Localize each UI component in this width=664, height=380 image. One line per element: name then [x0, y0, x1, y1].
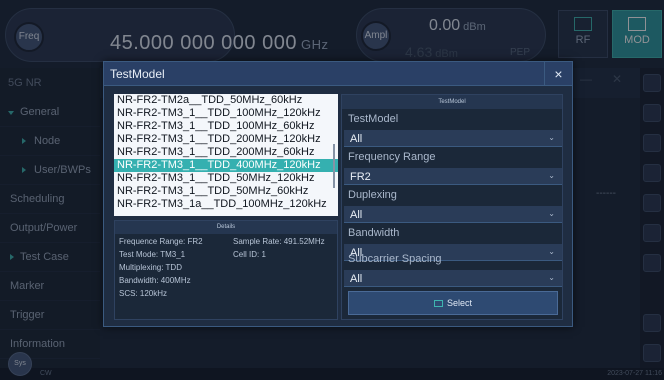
subcarrier-spacing-filter-value: All [350, 273, 363, 285]
dialog-title: TestModel [110, 67, 165, 81]
list-item-selected[interactable]: NR-FR2-TM3_1__TDD_400MHz_120kHz [114, 159, 338, 172]
list-item[interactable]: NR-FR2-TM3_1__TDD_200MHz_60kHz [114, 146, 338, 159]
detail-frequence-range: Frequence Range: FR2 [119, 237, 203, 246]
detail-sample-rate: Sample Rate: 491.52MHz [233, 237, 325, 246]
filter-panel: TestModel TestModel All ⌄ Frequency Rang… [341, 94, 563, 320]
list-item[interactable]: NR-FR2-TM3_1__TDD_100MHz_120kHz [114, 107, 338, 120]
detail-test-mode: Test Mode: TM3_1 [119, 250, 186, 259]
testmodel-filter-select[interactable]: All ⌄ [344, 130, 562, 147]
duplexing-filter-select[interactable]: All ⌄ [344, 206, 562, 223]
testmodel-filter-label: TestModel [348, 113, 399, 125]
chevron-down-icon: ⌄ [548, 133, 555, 142]
select-button[interactable]: Select [348, 291, 558, 315]
frequency-range-filter-value: FR2 [350, 171, 371, 183]
list-item[interactable]: NR-FR2-TM3_1__TDD_50MHz_60kHz [114, 185, 338, 198]
duplexing-filter-value: All [350, 209, 363, 221]
details-header: Details [115, 221, 337, 234]
select-button-label: Select [446, 298, 472, 308]
list-item[interactable]: NR-FR2-TM2a__TDD_50MHz_60kHz [114, 94, 338, 107]
test-model-list[interactable]: NR-FR2-TM2a__TDD_50MHz_60kHz NR-FR2-TM3_… [114, 94, 338, 216]
testmodel-dialog: TestModel × NR-FR2-TM2a__TDD_50MHz_60kHz… [103, 61, 573, 327]
subcarrier-spacing-filter-select[interactable]: All ⌄ [344, 270, 562, 287]
frequency-range-filter-select[interactable]: FR2 ⌄ [344, 168, 562, 185]
detail-cell-id: Cell ID: 1 [233, 250, 266, 259]
chevron-down-icon: ⌄ [548, 171, 555, 180]
detail-multiplexing: Multiplexing: TDD [119, 263, 182, 272]
dialog-close-button[interactable]: × [544, 62, 572, 86]
list-item[interactable]: NR-FR2-TM3_1a__TDD_100MHz_120kHz [114, 198, 338, 211]
bandwidth-filter-label: Bandwidth [348, 227, 400, 239]
dialog-header: TestModel × [104, 62, 572, 86]
details-panel: Details Frequence Range: FR2 Sample Rate… [114, 220, 338, 320]
chevron-down-icon: ⌄ [548, 247, 555, 256]
subcarrier-spacing-filter-label: Subcarrier Spacing [348, 253, 442, 265]
select-icon [433, 300, 443, 307]
list-item[interactable]: NR-FR2-TM3_1__TDD_100MHz_60kHz [114, 120, 338, 133]
duplexing-filter-label: Duplexing [348, 189, 397, 201]
frequency-range-filter-label: Frequency Range [348, 151, 436, 163]
testmodel-filter-value: All [350, 133, 363, 145]
filter-panel-header: TestModel [342, 95, 562, 109]
list-item[interactable]: NR-FR2-TM3_1__TDD_50MHz_120kHz [114, 172, 338, 185]
list-scrollbar[interactable] [333, 144, 335, 188]
list-item[interactable]: NR-FR2-TM3_1__TDD_200MHz_120kHz [114, 133, 338, 146]
detail-bandwidth: Bandwidth: 400MHz [119, 276, 191, 285]
chevron-down-icon: ⌄ [548, 209, 555, 218]
detail-scs: SCS: 120kHz [119, 289, 168, 298]
chevron-down-icon: ⌄ [548, 273, 555, 282]
